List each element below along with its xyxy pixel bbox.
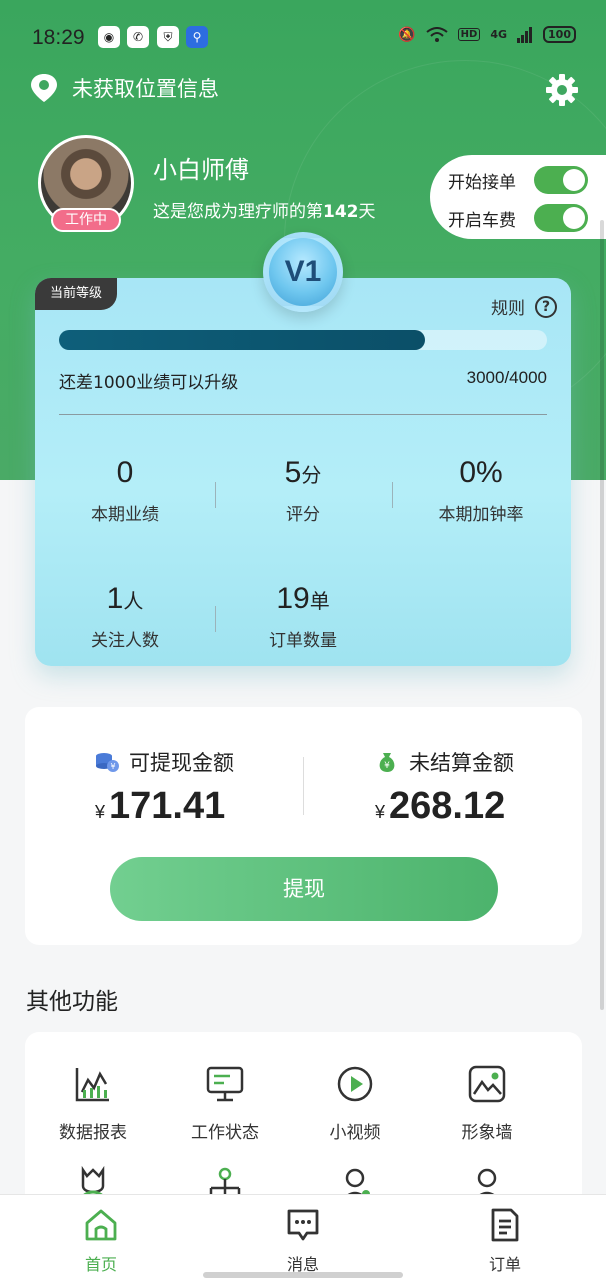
current-level-tag: 当前等级 <box>35 278 117 310</box>
network-indicator: 4G <box>490 28 508 41</box>
svg-text:¥: ¥ <box>384 761 390 771</box>
battery-indicator: 100 <box>543 26 576 43</box>
play-icon <box>337 1066 373 1102</box>
tab-home[interactable]: 首页 <box>51 1207 151 1275</box>
withdrawable-amount: 171.41 <box>109 785 226 827</box>
stat-label: 关注人数 <box>91 631 159 651</box>
function-label: 数据报表 <box>59 1123 127 1143</box>
withdrawable-label: 可提现金额 <box>129 751 234 775</box>
accept-orders-switch[interactable] <box>534 166 588 194</box>
functions-grid: 数据报表 工作状态 小视频 形象墙 <box>25 1032 582 1212</box>
tab-messages[interactable]: 消息 <box>253 1207 353 1275</box>
progress-numbers: 3000/4000 <box>466 368 547 387</box>
balance-divider <box>303 757 304 815</box>
level-card: 当前等级 规则 ? 还差1000业绩可以升级 3000/4000 0 本期业绩 … <box>35 278 571 666</box>
travel-fee-switch[interactable] <box>534 204 588 232</box>
unsettled-block[interactable]: ¥ 未结算金额 ¥268.12 <box>375 747 606 828</box>
tab-orders[interactable]: 订单 <box>455 1207 555 1275</box>
chart-icon <box>75 1068 109 1102</box>
coins-icon: ¥ <box>96 753 119 772</box>
status-bar: 18:29 ◉ ✆ ⛨ ⚲ 🔕 HD 4G 100 <box>0 0 606 76</box>
tab-label: 首页 <box>84 1255 117 1274</box>
phone-app-icon: ✆ <box>127 26 149 48</box>
message-icon <box>287 1209 319 1241</box>
therapist-name: 小白师傅 <box>153 156 249 184</box>
unsettled-label: 未结算金额 <box>409 751 514 775</box>
shield-app-icon: ⛨ <box>157 26 179 48</box>
hd-indicator: HD <box>457 28 481 41</box>
location-text: 未获取位置信息 <box>72 77 219 101</box>
mute-icon: 🔕 <box>398 26 416 43</box>
image-icon <box>468 1065 506 1103</box>
function-label: 小视频 <box>329 1123 381 1143</box>
work-status-badge: 工作中 <box>51 208 121 232</box>
divider <box>59 414 547 415</box>
order-icon <box>491 1208 519 1242</box>
withdrawable-block[interactable]: ¥ 可提现金额 ¥171.41 <box>95 747 335 828</box>
toggle-panel: 开始接单 开启车费 <box>430 155 606 239</box>
status-time: 18:29 <box>32 26 85 49</box>
level-progress-bar <box>59 330 547 350</box>
stat-label: 本期加钟率 <box>438 505 524 525</box>
help-icon: ? <box>535 295 557 318</box>
function-label: 工作状态 <box>191 1123 259 1143</box>
bottom-tab-bar: 首页 消息 订单 <box>0 1194 606 1279</box>
system-icons: 🔕 HD 4G 100 <box>398 26 576 43</box>
function-work-status[interactable]: 工作状态 <box>165 1064 285 1143</box>
wifi-icon <box>426 26 448 42</box>
home-indicator <box>203 1272 403 1278</box>
stat-followers: 1人 关注人数 <box>35 582 215 651</box>
location-pin-icon <box>31 74 57 102</box>
level-progress-fill <box>59 330 425 350</box>
stat-label: 订单数量 <box>269 631 337 651</box>
unsettled-amount: 268.12 <box>389 785 506 827</box>
rules-label: 规则 <box>491 299 525 319</box>
home-icon <box>85 1209 117 1241</box>
section-title-other-functions: 其他功能 <box>26 989 118 1015</box>
scrollbar[interactable] <box>600 220 604 1010</box>
usb-icon: ⚲ <box>186 26 208 48</box>
signal-icon <box>517 26 533 43</box>
money-bag-icon: ¥ <box>379 753 395 772</box>
location-row[interactable]: 未获取位置信息 <box>28 72 219 104</box>
tenure-subtitle: 这是您成为理疗师的第142天 <box>153 202 376 222</box>
tenure-days: 142 <box>323 202 359 222</box>
stat-label: 本期业绩 <box>91 505 159 525</box>
stat-addon-rate: 0% 本期加钟率 <box>391 456 571 525</box>
camera-app-icon: ◉ <box>98 26 120 48</box>
toggle-label: 开始接单 <box>448 172 516 193</box>
svg-text:¥: ¥ <box>110 762 115 771</box>
stat-rating: 5分 评分 <box>213 456 393 525</box>
toggle-label: 开启车费 <box>448 210 516 231</box>
upgrade-gap-text: 还差1000业绩可以升级 <box>59 373 239 393</box>
monitor-icon <box>206 1066 244 1102</box>
level-badge: V1 <box>263 232 343 312</box>
function-short-video[interactable]: 小视频 <box>295 1064 415 1143</box>
rules-link[interactable]: 规则 ? <box>491 294 557 319</box>
function-image-wall[interactable]: 形象墙 <box>427 1064 547 1143</box>
balance-card: ¥ 可提现金额 ¥171.41 ¥ 未结算金额 ¥268.12 提现 <box>25 707 582 945</box>
toggle-row-travel-fee: 开启车费 <box>448 199 588 237</box>
stat-order-count: 19单 订单数量 <box>213 582 393 651</box>
toggle-row-accept-orders: 开始接单 <box>448 161 588 199</box>
function-data-report[interactable]: 数据报表 <box>33 1064 153 1143</box>
stat-period-performance: 0 本期业绩 <box>35 456 215 525</box>
stat-label: 评分 <box>286 505 320 525</box>
tab-label: 订单 <box>488 1255 521 1274</box>
settings-gear-icon[interactable] <box>544 72 580 108</box>
function-label: 形象墙 <box>461 1123 513 1143</box>
withdraw-button[interactable]: 提现 <box>110 857 498 921</box>
